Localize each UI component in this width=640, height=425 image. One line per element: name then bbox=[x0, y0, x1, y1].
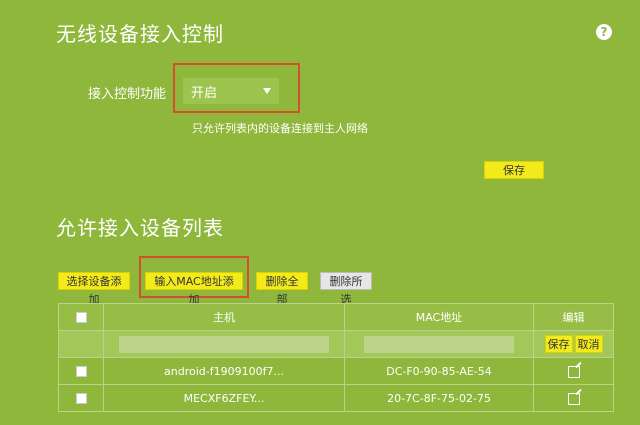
table-header-row: 主机 MAC地址 编辑 bbox=[58, 303, 614, 331]
row-save-button[interactable]: 保存 bbox=[544, 335, 573, 353]
mac-input[interactable] bbox=[364, 335, 514, 353]
access-control-label: 接入控制功能 bbox=[88, 87, 167, 102]
edit-icon[interactable] bbox=[567, 365, 580, 378]
device-table: 主机 MAC地址 编辑 保存 取消 android-f1909100f7... D… bbox=[58, 303, 614, 412]
help-icon[interactable]: ? bbox=[596, 24, 612, 40]
select-all-cell bbox=[58, 303, 104, 331]
row-checkbox[interactable] bbox=[75, 366, 87, 377]
access-control-select[interactable]: 开启 bbox=[183, 78, 279, 104]
select-all-checkbox[interactable] bbox=[75, 312, 87, 323]
row-checkbox[interactable] bbox=[75, 393, 87, 404]
edit-icon[interactable] bbox=[567, 392, 580, 405]
access-control-hint: 只允许列表内的设备连接到主人网络 bbox=[192, 122, 368, 135]
table-row: MECXF6ZFEY... 20-7C-8F-75-02-75 bbox=[58, 384, 614, 412]
mac-add-button[interactable]: 输入MAC地址添加 bbox=[145, 272, 243, 306]
save-button[interactable]: 保存 bbox=[484, 161, 544, 179]
row-mac: 20-7C-8F-75-02-75 bbox=[344, 384, 534, 412]
select-device-add-button[interactable]: 选择设备添加 bbox=[58, 272, 130, 306]
row-host: MECXF6ZFEY... bbox=[103, 384, 345, 412]
page-title: 无线设备接入控制 bbox=[56, 22, 224, 46]
list-title: 允许接入设备列表 bbox=[56, 216, 224, 240]
access-control-selected: 开启 bbox=[191, 85, 218, 101]
column-host: 主机 bbox=[103, 303, 345, 331]
host-input[interactable] bbox=[119, 335, 329, 353]
table-row: android-f1909100f7... DC-F0-90-85-AE-54 bbox=[58, 357, 614, 385]
chevron-down-icon bbox=[263, 88, 271, 94]
column-mac: MAC地址 bbox=[344, 303, 534, 331]
row-cancel-button[interactable]: 取消 bbox=[574, 335, 603, 353]
row-host: android-f1909100f7... bbox=[103, 357, 345, 385]
delete-all-button[interactable]: 删除全部 bbox=[256, 272, 308, 306]
row-mac: DC-F0-90-85-AE-54 bbox=[344, 357, 534, 385]
column-edit: 编辑 bbox=[533, 303, 614, 331]
delete-selected-button[interactable]: 删除所选 bbox=[320, 272, 372, 306]
table-edit-row: 保存 取消 bbox=[58, 330, 614, 358]
